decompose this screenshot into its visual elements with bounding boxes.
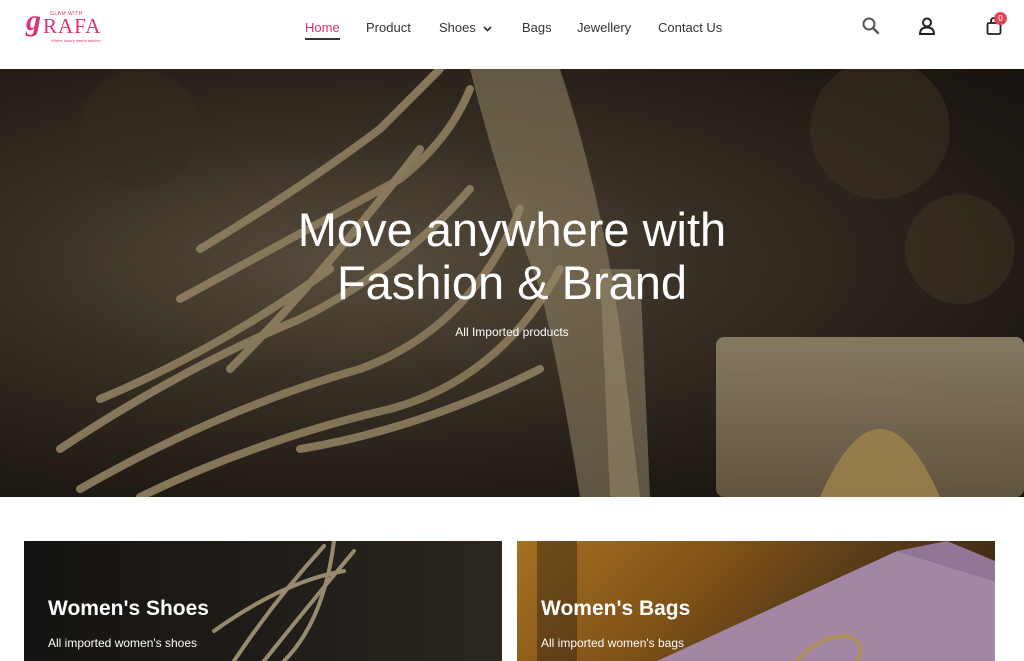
cart-count-badge: 0 xyxy=(994,12,1007,25)
category-card-shoes[interactable]: Women's Shoes All imported women's shoes xyxy=(24,541,502,661)
hero-title-line1: Move anywhere with xyxy=(297,203,727,256)
nav-bags[interactable]: Bags xyxy=(522,19,552,36)
nav-jewellery[interactable]: Jewellery xyxy=(577,19,631,36)
nav-contact[interactable]: Contact Us xyxy=(658,19,722,36)
category-subtitle: All imported women's shoes xyxy=(48,636,198,650)
search-icon[interactable] xyxy=(860,15,882,37)
category-title: Women's Bags xyxy=(541,597,691,620)
user-icon[interactable] xyxy=(916,15,938,37)
nav-product[interactable]: Product xyxy=(366,19,411,36)
logo-initial: g xyxy=(26,4,41,37)
hero-subtitle: All Imported products xyxy=(455,325,569,339)
hero-banner: Move anywhere with Fashion & Brand All I… xyxy=(0,69,1024,497)
nav-shoes-label: Shoes xyxy=(439,20,476,35)
nav-shoes[interactable]: Shoes xyxy=(439,19,492,36)
logo-tagline: Where luxury meets fashion xyxy=(51,38,101,43)
nav-home[interactable]: Home xyxy=(305,19,340,40)
chevron-down-icon xyxy=(483,25,492,32)
logo-name: RAFA xyxy=(43,14,102,38)
category-card-bags[interactable]: Women's Bags All imported women's bags xyxy=(517,541,995,661)
hero-title-line2: Fashion & Brand xyxy=(336,256,688,309)
site-header: g GLAM WITH RAFA Where luxury meets fash… xyxy=(0,0,1024,69)
category-title: Women's Shoes xyxy=(48,597,209,620)
hero-title: Move anywhere with Fashion & Brand xyxy=(0,203,1024,309)
category-subtitle: All imported women's bags xyxy=(541,636,685,650)
brand-logo[interactable]: g GLAM WITH RAFA Where luxury meets fash… xyxy=(26,4,102,48)
